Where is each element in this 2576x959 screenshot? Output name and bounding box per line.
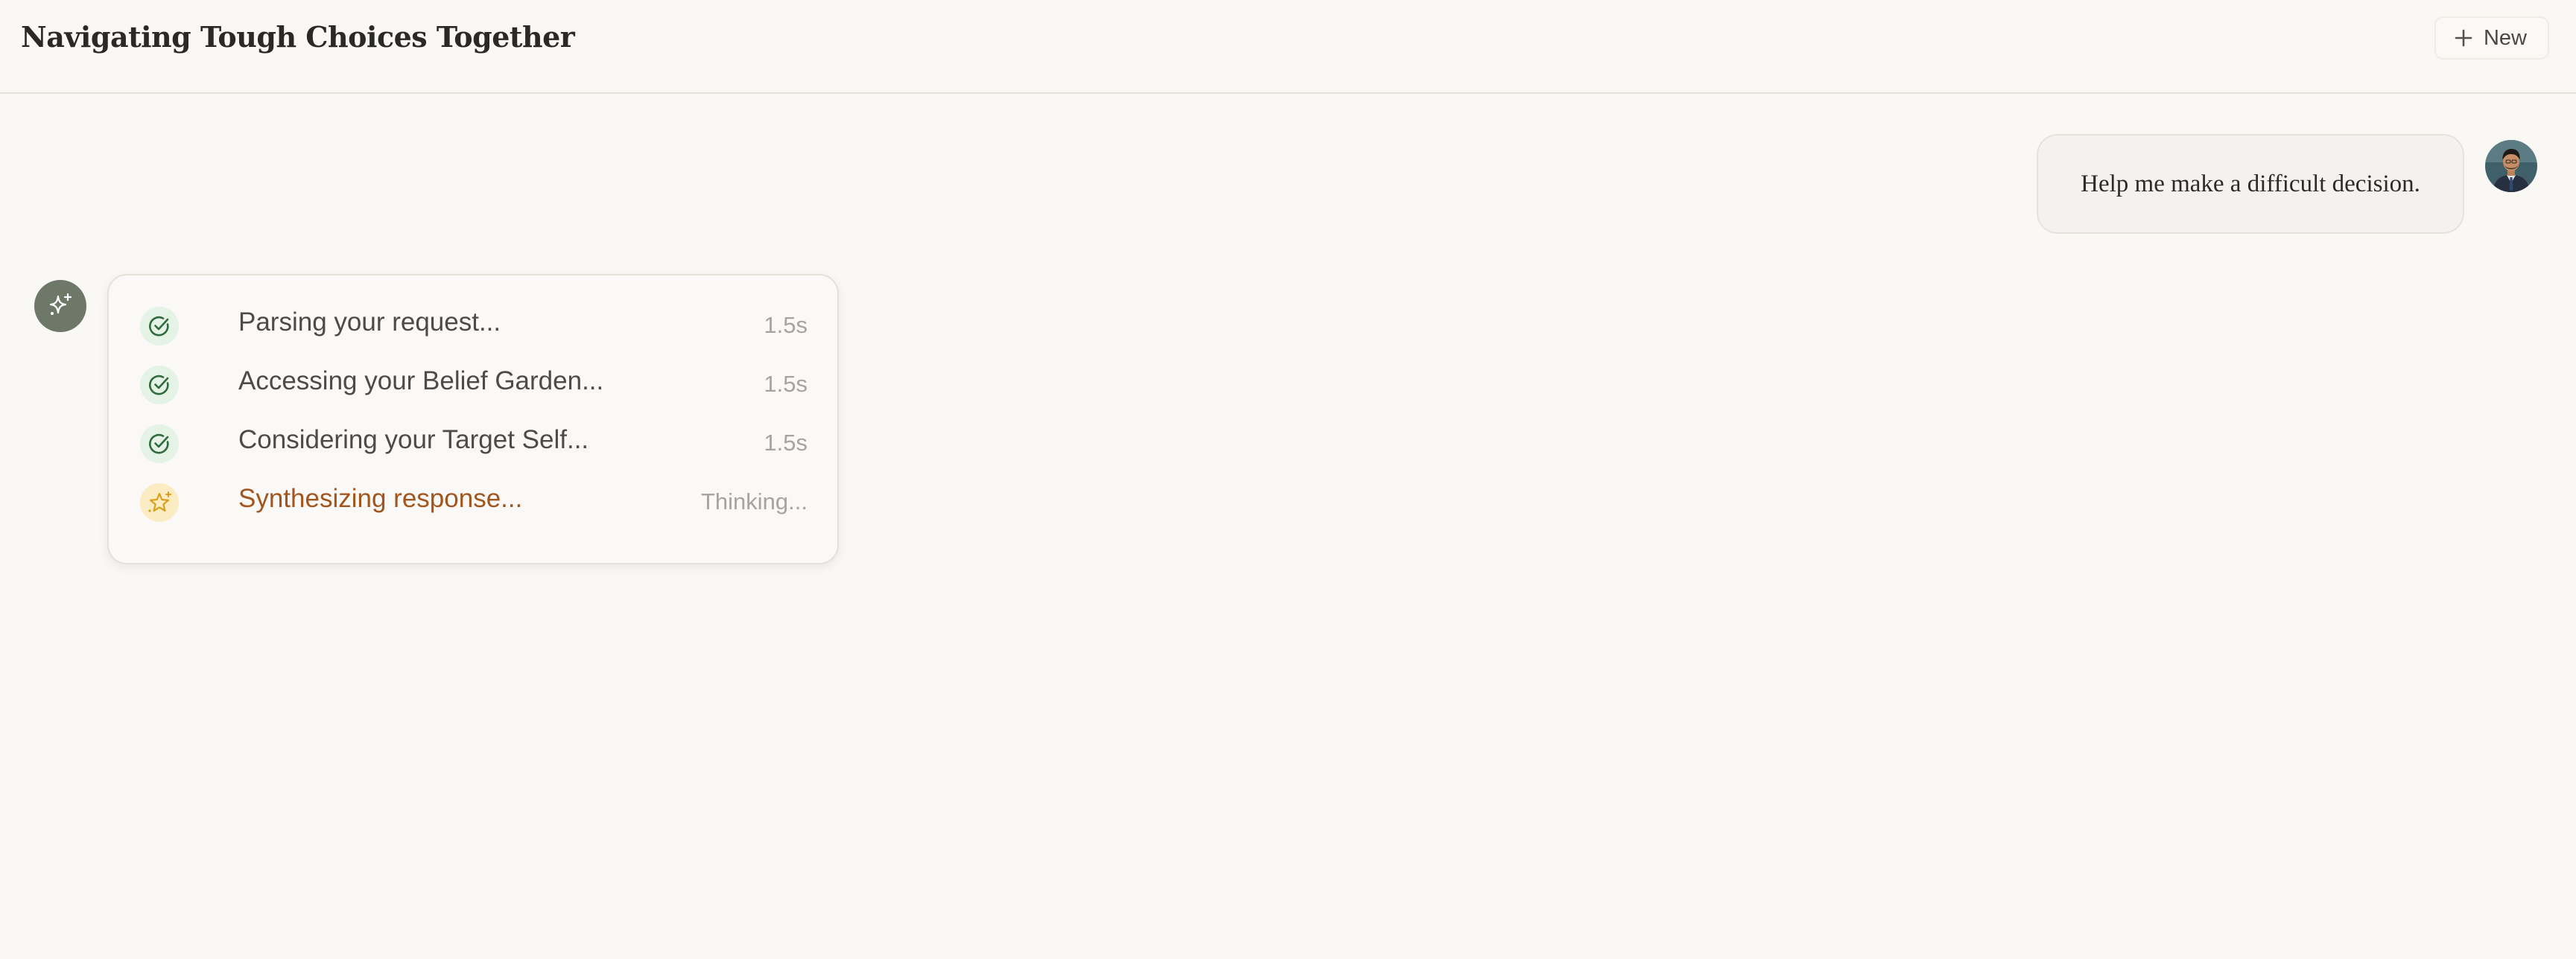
- sparkles-icon: [46, 290, 74, 322]
- step-label: Parsing your request...: [238, 308, 501, 337]
- new-button-label: New: [2483, 25, 2527, 50]
- step-label: Considering your Target Self...: [238, 425, 589, 454]
- top-bar: Navigating Tough Choices Together New: [0, 0, 2576, 94]
- check-circle-icon: [140, 366, 179, 404]
- plus-icon: [2454, 28, 2473, 48]
- step-label: Synthesizing response...: [238, 484, 523, 513]
- assistant-avatar: [34, 280, 86, 332]
- step-duration: 1.5s: [764, 312, 808, 338]
- step-status: Thinking...: [700, 488, 808, 514]
- user-message-bubble: Help me make a difficult decision.: [2037, 134, 2464, 234]
- check-circle-icon: [140, 424, 179, 463]
- step-synthesizing-response: Synthesizing response... Thinking...: [140, 480, 808, 525]
- step-duration: 1.5s: [764, 430, 808, 456]
- step-label: Accessing your Belief Garden...: [238, 366, 604, 395]
- user-message-text: Help me make a difficult decision.: [2081, 170, 2420, 197]
- step-accessing-belief-garden: Accessing your Belief Garden... 1.5s: [140, 363, 808, 407]
- thinking-progress-card: Parsing your request... 1.5s Accessing y…: [107, 274, 839, 564]
- sparkle-star-icon: [140, 483, 179, 522]
- new-chat-button[interactable]: New: [2434, 16, 2549, 60]
- user-avatar: [2485, 140, 2537, 192]
- step-duration: 1.5s: [764, 371, 808, 397]
- conversation-title: Navigating Tough Choices Together: [21, 20, 575, 54]
- check-circle-icon: [140, 307, 179, 345]
- step-considering-target-self: Considering your Target Self... 1.5s: [140, 421, 808, 466]
- step-parsing-request: Parsing your request... 1.5s: [140, 304, 808, 348]
